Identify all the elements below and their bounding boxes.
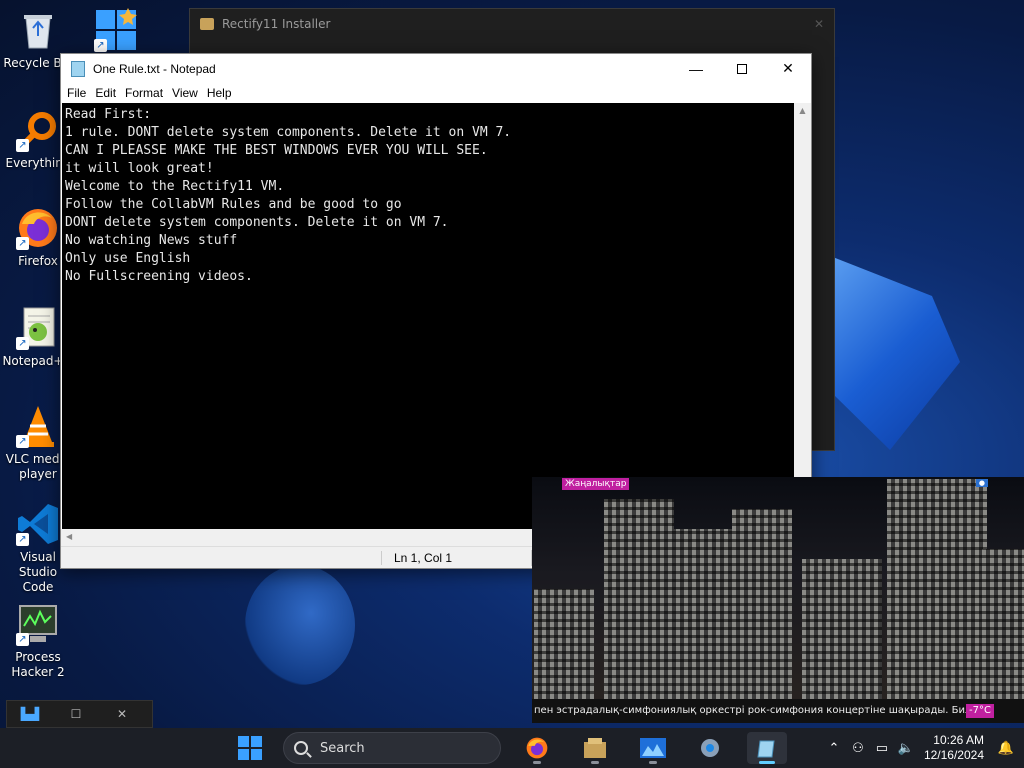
cursor-position: Ln 1, Col 1 xyxy=(381,551,452,565)
menu-file[interactable]: File xyxy=(63,86,91,100)
media-app-icon[interactable]: ▙▟ xyxy=(7,707,53,721)
volume-icon[interactable]: 🔈 xyxy=(894,741,918,756)
strip-close-icon[interactable]: ✕ xyxy=(99,707,145,721)
menu-format[interactable]: Format xyxy=(121,86,168,100)
installer-icon xyxy=(584,738,606,758)
desktop-icon-label: Process Hacker 2 xyxy=(11,650,65,679)
menu-help[interactable]: Help xyxy=(203,86,237,100)
clock-time: 10:26 AM xyxy=(933,733,984,747)
firefox-icon xyxy=(526,737,548,759)
scroll-up-icon[interactable]: ▲ xyxy=(794,106,811,115)
menu-view[interactable]: View xyxy=(168,86,203,100)
wallpaper-bloom xyxy=(820,252,960,450)
installer-title: Rectify11 Installer xyxy=(222,17,331,31)
taskbar-clock[interactable]: 10:26 AM 12/16/2024 xyxy=(924,733,984,763)
installer-close-icon[interactable]: ✕ xyxy=(814,17,824,31)
installer-title-bar[interactable]: Rectify11 Installer ✕ xyxy=(190,9,834,39)
taskbar: Search ⌃ ⚇ ▭ 🔈 10:26 AM 12/16/2024 🔔 xyxy=(0,728,1024,768)
accessibility-icon[interactable]: ⚇ xyxy=(846,741,870,756)
taskbar-notepad[interactable] xyxy=(747,732,787,764)
restore-icon[interactable]: ☐ xyxy=(53,707,99,721)
video-building xyxy=(534,589,594,699)
scroll-left-icon[interactable]: ◀ xyxy=(66,532,72,541)
shortcut-arrow-icon: ↗ xyxy=(16,533,29,546)
shortcut-arrow-icon: ↗ xyxy=(94,39,107,52)
taskbar-search-box[interactable]: Search xyxy=(283,732,501,764)
clock-date: 12/16/2024 xyxy=(923,748,984,762)
video-building xyxy=(887,479,987,699)
notepad-title: One Rule.txt - Notepad xyxy=(93,61,216,76)
desktop-icon-process-hacker[interactable]: ↗ Process Hacker 2 xyxy=(2,602,74,680)
running-indicator xyxy=(649,761,657,764)
notepad-menu-bar: File Edit Format View Help xyxy=(61,83,811,103)
process-hacker-icon: ↗ xyxy=(16,602,60,646)
running-indicator xyxy=(533,761,541,764)
chevron-up-icon[interactable]: ⌃ xyxy=(822,741,846,756)
maximize-button[interactable] xyxy=(719,54,765,83)
vertical-scrollbar[interactable]: ▲ xyxy=(794,103,811,529)
system-tray: ⌃ ⚇ ▭ 🔈 10:26 AM 12/16/2024 🔔 xyxy=(822,728,1024,768)
media-app-icon xyxy=(640,738,666,758)
desktop-icon-windows-shortcut[interactable]: ↗ xyxy=(80,8,152,56)
channel-badge-icon: ● xyxy=(975,479,988,487)
gear-icon xyxy=(701,739,719,757)
shortcut-arrow-icon: ↗ xyxy=(16,435,29,448)
news-badge: Жаңалықтар xyxy=(562,478,630,490)
everything-search-icon: ↗ xyxy=(16,108,60,152)
vscode-icon: ↗ xyxy=(16,502,60,546)
recycle-bin-icon xyxy=(16,8,60,52)
temperature-badge: -7°C xyxy=(966,704,994,718)
notepad-app-icon xyxy=(71,60,85,77)
running-indicator xyxy=(759,761,775,764)
shortcut-arrow-icon: ↗ xyxy=(16,633,29,646)
ticker-text: пен эстрадалық-симфониялық оркестрі рок-… xyxy=(534,705,978,716)
installer-app-icon xyxy=(200,18,214,30)
notepad-title-bar[interactable]: One Rule.txt - Notepad — ✕ xyxy=(61,54,811,83)
close-icon: ✕ xyxy=(782,60,794,76)
notepad-text-area[interactable]: Read First: 1 rule. DONT delete system c… xyxy=(62,103,796,529)
shortcut-arrow-icon: ↗ xyxy=(16,337,29,350)
taskbar-firefox[interactable] xyxy=(517,732,557,764)
menu-edit[interactable]: Edit xyxy=(91,86,121,100)
running-indicator xyxy=(591,761,599,764)
minimize-icon: — xyxy=(689,60,703,77)
shortcut-arrow-icon: ↗ xyxy=(16,139,29,152)
video-building xyxy=(982,549,1024,699)
minimize-button[interactable]: — xyxy=(673,54,719,83)
notification-bell-icon[interactable]: 🔔 xyxy=(994,741,1018,756)
start-button[interactable] xyxy=(238,736,264,760)
video-building xyxy=(802,559,882,699)
wallpaper-bloom-small xyxy=(245,565,355,685)
windows-shortcut-icon: ↗ xyxy=(94,8,138,52)
shortcut-arrow-icon: ↗ xyxy=(16,237,29,250)
maximize-icon xyxy=(737,63,747,74)
taskbar-settings[interactable] xyxy=(690,732,730,764)
notepad-plus-plus-icon: ↗ xyxy=(16,306,60,350)
floating-window-strip[interactable]: ▙▟ ☐ ✕ xyxy=(6,700,153,728)
firefox-icon: ↗ xyxy=(16,206,60,250)
close-button[interactable]: ✕ xyxy=(765,54,811,83)
video-player[interactable]: Жаңалықтар ● пен эстрадалық-симфониялық … xyxy=(532,477,1024,723)
notepad-icon xyxy=(757,740,775,758)
network-icon[interactable]: ▭ xyxy=(870,741,894,756)
search-icon xyxy=(294,741,308,755)
taskbar-installer[interactable] xyxy=(575,732,615,764)
news-ticker: пен эстрадалық-симфониялық оркестрі рок-… xyxy=(532,699,1024,723)
taskbar-media-app[interactable] xyxy=(633,732,673,764)
search-label: Search xyxy=(320,740,365,756)
vlc-icon: ↗ xyxy=(16,404,60,448)
video-building xyxy=(732,509,792,699)
